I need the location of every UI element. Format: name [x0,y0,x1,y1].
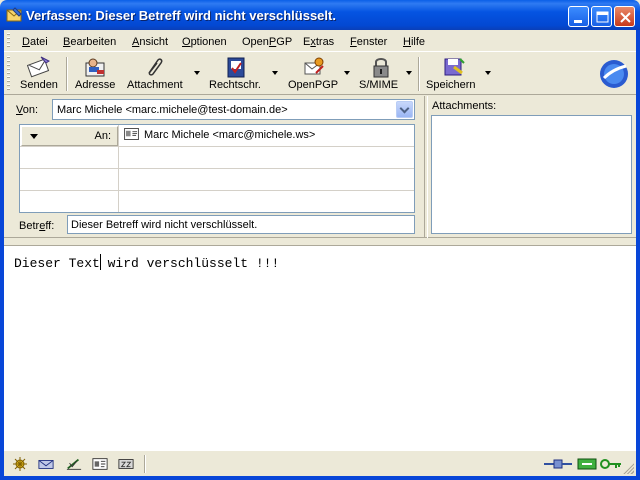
toolbar-separator [418,57,420,91]
attachments-label: Attachments: [432,100,497,112]
smime-dropdown-icon[interactable] [406,71,412,75]
mail-icon[interactable] [38,457,54,471]
contact-card-icon [124,128,139,140]
subject-input[interactable]: Dieser Betreff wird nicht verschlüsselt. [67,215,415,234]
menu-grip[interactable] [7,33,10,49]
attachment-pane-splitter[interactable] [424,96,428,238]
attachments-list[interactable] [431,115,632,234]
smime-button[interactable]: S/MIME [356,53,406,95]
menu-optionen[interactable]: Optionen [182,36,227,48]
menu-datei[interactable]: Datei [22,36,48,48]
window-frame-right [636,30,640,480]
menu-bearbeiten[interactable]: Bearbeiten [63,36,116,48]
from-label: Von: [16,104,39,116]
minimize-button[interactable] [568,6,589,27]
maximize-button[interactable] [591,6,612,27]
close-icon [620,12,631,23]
save-icon [444,58,465,76]
recipient-list[interactable]: An: Marc Michele <marc@michele.ws> [19,124,415,213]
address-button[interactable]: Adresse [72,53,118,95]
openpgp-dropdown-icon[interactable] [344,71,350,75]
message-body-editor[interactable]: Dieser Text wird verschlüsselt !!! [4,245,636,450]
subject-label: Betreff: [19,220,55,232]
recipient-address[interactable]: Marc Michele <marc@michele.ws> [144,129,315,141]
encryption-key-icon[interactable] [600,457,622,471]
window-title: Verfassen: Dieser Betreff wird nicht ver… [26,8,336,23]
save-button[interactable]: Speichern [424,53,484,95]
chat-icon[interactable] [118,457,134,471]
address-book-icon [85,58,105,77]
composer-icon[interactable] [66,457,82,471]
attachment-button[interactable]: Attachment [122,53,192,95]
recipient-row-empty[interactable] [20,169,414,191]
signed-status-icon[interactable] [576,457,598,471]
compose-window-icon [6,7,22,22]
from-dropdown-button[interactable] [396,101,413,118]
window-frame-bottom [0,476,640,480]
send-button[interactable]: Senden [18,53,60,95]
menu-ansicht[interactable]: Ansicht [132,36,168,48]
from-select[interactable]: Marc Michele <marc.michele@test-domain.d… [52,99,415,120]
recipient-row-empty[interactable] [20,191,414,212]
spelling-button[interactable]: Rechtschr. [204,53,266,95]
title-bar[interactable]: Verfassen: Dieser Betreff wird nicht ver… [0,0,640,30]
resize-grip[interactable] [622,462,634,474]
recipient-row[interactable]: An: Marc Michele <marc@michele.ws> [20,125,414,147]
toolbar-separator [66,57,68,91]
openpgp-button[interactable]: OpenPGP [284,53,346,95]
menu-openpgp[interactable]: OpenPGP [242,36,292,48]
status-separator [144,455,146,473]
recipient-row-empty[interactable] [20,147,414,169]
text-caret [100,254,101,270]
send-icon [27,56,50,78]
spellcheck-icon [227,57,245,78]
close-button[interactable] [614,6,635,27]
toolbar-grip[interactable] [7,56,10,92]
message-body-text: Dieser Text wird verschlüsselt !!! [14,256,280,271]
spelling-dropdown-icon[interactable] [272,71,278,75]
minimize-icon [574,20,582,23]
throbber-logo-icon [600,60,628,88]
address-book-small-icon[interactable] [92,457,108,471]
navigator-icon[interactable] [12,457,28,471]
openpgp-icon [304,57,324,75]
maximize-icon [596,11,609,23]
lock-icon [373,58,389,78]
online-status-icon[interactable] [544,457,574,471]
menu-extras[interactable]: Extras [303,36,334,48]
paperclip-icon [148,58,163,76]
status-bar [4,450,636,476]
recipient-type-select[interactable]: An: [21,126,118,146]
toolbar: Senden Adresse Attachment Rechtschr. Ope… [4,53,636,95]
menu-hilfe[interactable]: Hilfe [403,36,425,48]
save-dropdown-icon[interactable] [485,71,491,75]
attachment-dropdown-icon[interactable] [194,71,200,75]
dropdown-arrow-icon [30,134,38,139]
menu-fenster[interactable]: Fenster [350,36,387,48]
